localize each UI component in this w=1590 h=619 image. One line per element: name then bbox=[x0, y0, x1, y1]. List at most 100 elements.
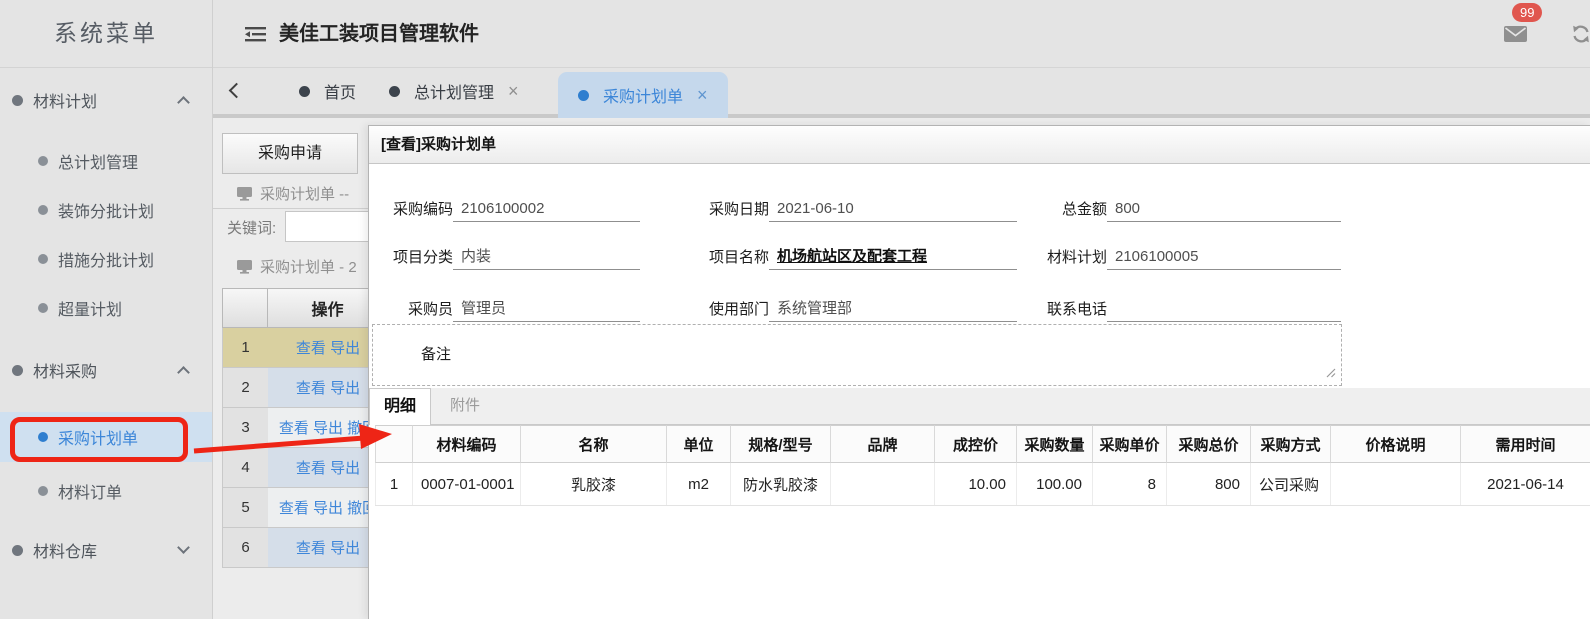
bullet-icon bbox=[38, 205, 48, 215]
table-row[interactable]: 2 查看 导出 bbox=[222, 368, 388, 408]
cell-purchase-method: 公司采购 bbox=[1251, 463, 1331, 505]
view-purchase-plan-dialog: [查看]采购计划单 采购编码 2106100002 采购日期 2021-06-1… bbox=[368, 125, 1590, 619]
list-table-header: 操作 bbox=[222, 288, 388, 328]
field-value: 2106100005 bbox=[1107, 248, 1341, 270]
field-value: 800 bbox=[1107, 200, 1341, 222]
sidebar-item-label: 措施分批计划 bbox=[58, 253, 155, 270]
field-purchase-code: 采购编码 2106100002 bbox=[375, 195, 640, 222]
column-header: 材料编码 bbox=[413, 425, 521, 463]
mail-icon[interactable] bbox=[1504, 26, 1527, 47]
tab-attachment[interactable]: 附件 bbox=[433, 388, 497, 425]
field-value bbox=[1107, 300, 1341, 322]
tab-dot-icon bbox=[389, 85, 400, 97]
sidebar: 系统菜单 材料计划 总计划管理 装饰分批计划 措施分批计划 超量计划 材料采购 … bbox=[0, 0, 213, 619]
field-purchase-date: 采购日期 2021-06-10 bbox=[667, 195, 1017, 222]
tab-label: 采购计划单 bbox=[603, 89, 684, 106]
dialog-title: [查看]采购计划单 bbox=[369, 126, 1590, 164]
remark-textarea[interactable]: 备注 bbox=[372, 324, 1342, 386]
sidebar-item-label: 装饰分批计划 bbox=[58, 204, 155, 221]
field-project-name: 项目名称 机场航站区及配套工程 bbox=[667, 243, 1017, 270]
tab-total-plan[interactable]: 总计划管理 × bbox=[389, 68, 519, 114]
sidebar-item-label: 超量计划 bbox=[58, 302, 123, 319]
sidebar-item-label: 材料订单 bbox=[58, 485, 123, 502]
top-header: 美佳工装项目管理软件 99 bbox=[213, 0, 1590, 68]
row-number: 2 bbox=[222, 368, 268, 408]
caption-text: 采购计划单 - 2 bbox=[260, 259, 357, 276]
field-label: 材料计划 bbox=[1046, 249, 1107, 266]
chevron-up-icon bbox=[177, 96, 190, 109]
tab-detail[interactable]: 明细 bbox=[369, 388, 431, 425]
column-header: 采购单价 bbox=[1093, 425, 1167, 463]
chevron-down-icon bbox=[177, 541, 190, 554]
field-value: 2106100002 bbox=[453, 200, 640, 222]
sidebar-item-decoration-batch-plan[interactable]: 装饰分批计划 bbox=[0, 190, 212, 230]
row-number: 6 bbox=[222, 528, 268, 568]
sidebar-item-purchase-plan[interactable]: 采购计划单 bbox=[0, 412, 212, 462]
table-row[interactable]: 4 查看 导出 bbox=[222, 448, 388, 488]
field-label: 项目名称 bbox=[708, 249, 769, 266]
sidebar-item-material-order[interactable]: 材料订单 bbox=[0, 471, 212, 511]
bullet-icon bbox=[12, 364, 23, 376]
table-row[interactable]: 5 查看 导出 撤回 bbox=[222, 488, 388, 528]
field-value: 系统管理部 bbox=[769, 297, 1017, 322]
notification-badge: 99 bbox=[1512, 3, 1543, 22]
table-row[interactable]: 6 查看 导出 bbox=[222, 528, 388, 568]
column-header: 价格说明 bbox=[1331, 425, 1461, 463]
refresh-icon[interactable] bbox=[1571, 24, 1590, 49]
field-label: 采购日期 bbox=[708, 201, 769, 218]
keyword-input[interactable] bbox=[285, 211, 376, 242]
tab-home[interactable]: 首页 bbox=[299, 68, 356, 114]
cell-spec-model: 防水乳胶漆 bbox=[731, 463, 831, 505]
column-header: 采购总价 bbox=[1167, 425, 1251, 463]
column-header: 需用时间 bbox=[1461, 425, 1590, 463]
list-caption-2: 采购计划单 - 2 bbox=[213, 251, 375, 282]
tab-label: 首页 bbox=[324, 85, 357, 102]
field-label: 联系电话 bbox=[1046, 301, 1107, 318]
tab-label: 总计划管理 bbox=[414, 85, 495, 102]
caption-text: 采购计划单 -- bbox=[260, 185, 350, 203]
purchase-apply-button[interactable]: 采购申请 bbox=[222, 133, 358, 174]
field-label: 使用部门 bbox=[708, 301, 769, 318]
table-row[interactable]: 3 查看 导出 撤回 bbox=[222, 408, 388, 448]
sidebar-item-total-plan[interactable]: 总计划管理 bbox=[0, 141, 212, 181]
remark-label: 备注 bbox=[421, 346, 452, 363]
column-header: 名称 bbox=[521, 425, 667, 463]
project-name-link[interactable]: 机场航站区及配套工程 bbox=[769, 245, 1017, 270]
cell-total-price: 800 bbox=[1167, 463, 1251, 505]
row-number: 5 bbox=[222, 488, 268, 528]
bullet-icon bbox=[38, 432, 48, 442]
sidebar-group-material-warehouse[interactable]: 材料仓库 bbox=[0, 530, 212, 570]
field-label: 采购编码 bbox=[392, 201, 453, 218]
column-header: 规格/型号 bbox=[731, 425, 831, 463]
sidebar-group-material-plan[interactable]: 材料计划 bbox=[0, 80, 212, 120]
cell-material-code: 0007-01-0001 bbox=[413, 463, 521, 505]
bullet-icon bbox=[38, 486, 48, 496]
collapse-menu-icon[interactable] bbox=[245, 27, 266, 47]
close-icon[interactable]: × bbox=[697, 86, 708, 104]
field-label: 项目分类 bbox=[392, 249, 453, 266]
sidebar-item-excess-plan[interactable]: 超量计划 bbox=[0, 288, 212, 328]
table-row[interactable]: 1 0007-01-0001 乳胶漆 m2 防水乳胶漆 10.00 100.00… bbox=[375, 463, 1590, 506]
app-title: 美佳工装项目管理软件 bbox=[279, 23, 479, 45]
detail-table: 材料编码 名称 单位 规格/型号 品牌 成控价 采购数量 采购单价 采购总价 采… bbox=[375, 425, 1590, 506]
detail-table-header: 材料编码 名称 单位 规格/型号 品牌 成控价 采购数量 采购单价 采购总价 采… bbox=[375, 425, 1590, 463]
field-purchaser: 采购员 管理员 bbox=[375, 295, 640, 322]
table-row[interactable]: 1 查看 导出 bbox=[222, 328, 388, 368]
cell-brand bbox=[831, 463, 935, 505]
tab-bar: 首页 总计划管理 × 采购计划单 × bbox=[213, 68, 1590, 118]
cell-required-date: 2021-06-14 bbox=[1461, 463, 1590, 505]
sidebar-item-measure-batch-plan[interactable]: 措施分批计划 bbox=[0, 239, 212, 279]
sidebar-group-material-purchase[interactable]: 材料采购 bbox=[0, 350, 212, 390]
back-chevron-icon[interactable] bbox=[228, 82, 245, 99]
field-contact-phone: 联系电话 bbox=[1025, 295, 1341, 322]
cell-control-price: 10.00 bbox=[935, 463, 1017, 505]
tab-purchase-plan[interactable]: 采购计划单 × bbox=[558, 72, 728, 118]
tab-dot-icon bbox=[299, 85, 310, 97]
bullet-icon bbox=[38, 254, 48, 264]
close-icon[interactable]: × bbox=[508, 82, 519, 100]
monitor-icon bbox=[237, 260, 252, 274]
cell-purchase-qty: 100.00 bbox=[1017, 463, 1093, 505]
tab-dot-icon bbox=[578, 89, 589, 101]
monitor-icon bbox=[237, 186, 252, 201]
resize-handle-icon[interactable] bbox=[1325, 365, 1336, 383]
